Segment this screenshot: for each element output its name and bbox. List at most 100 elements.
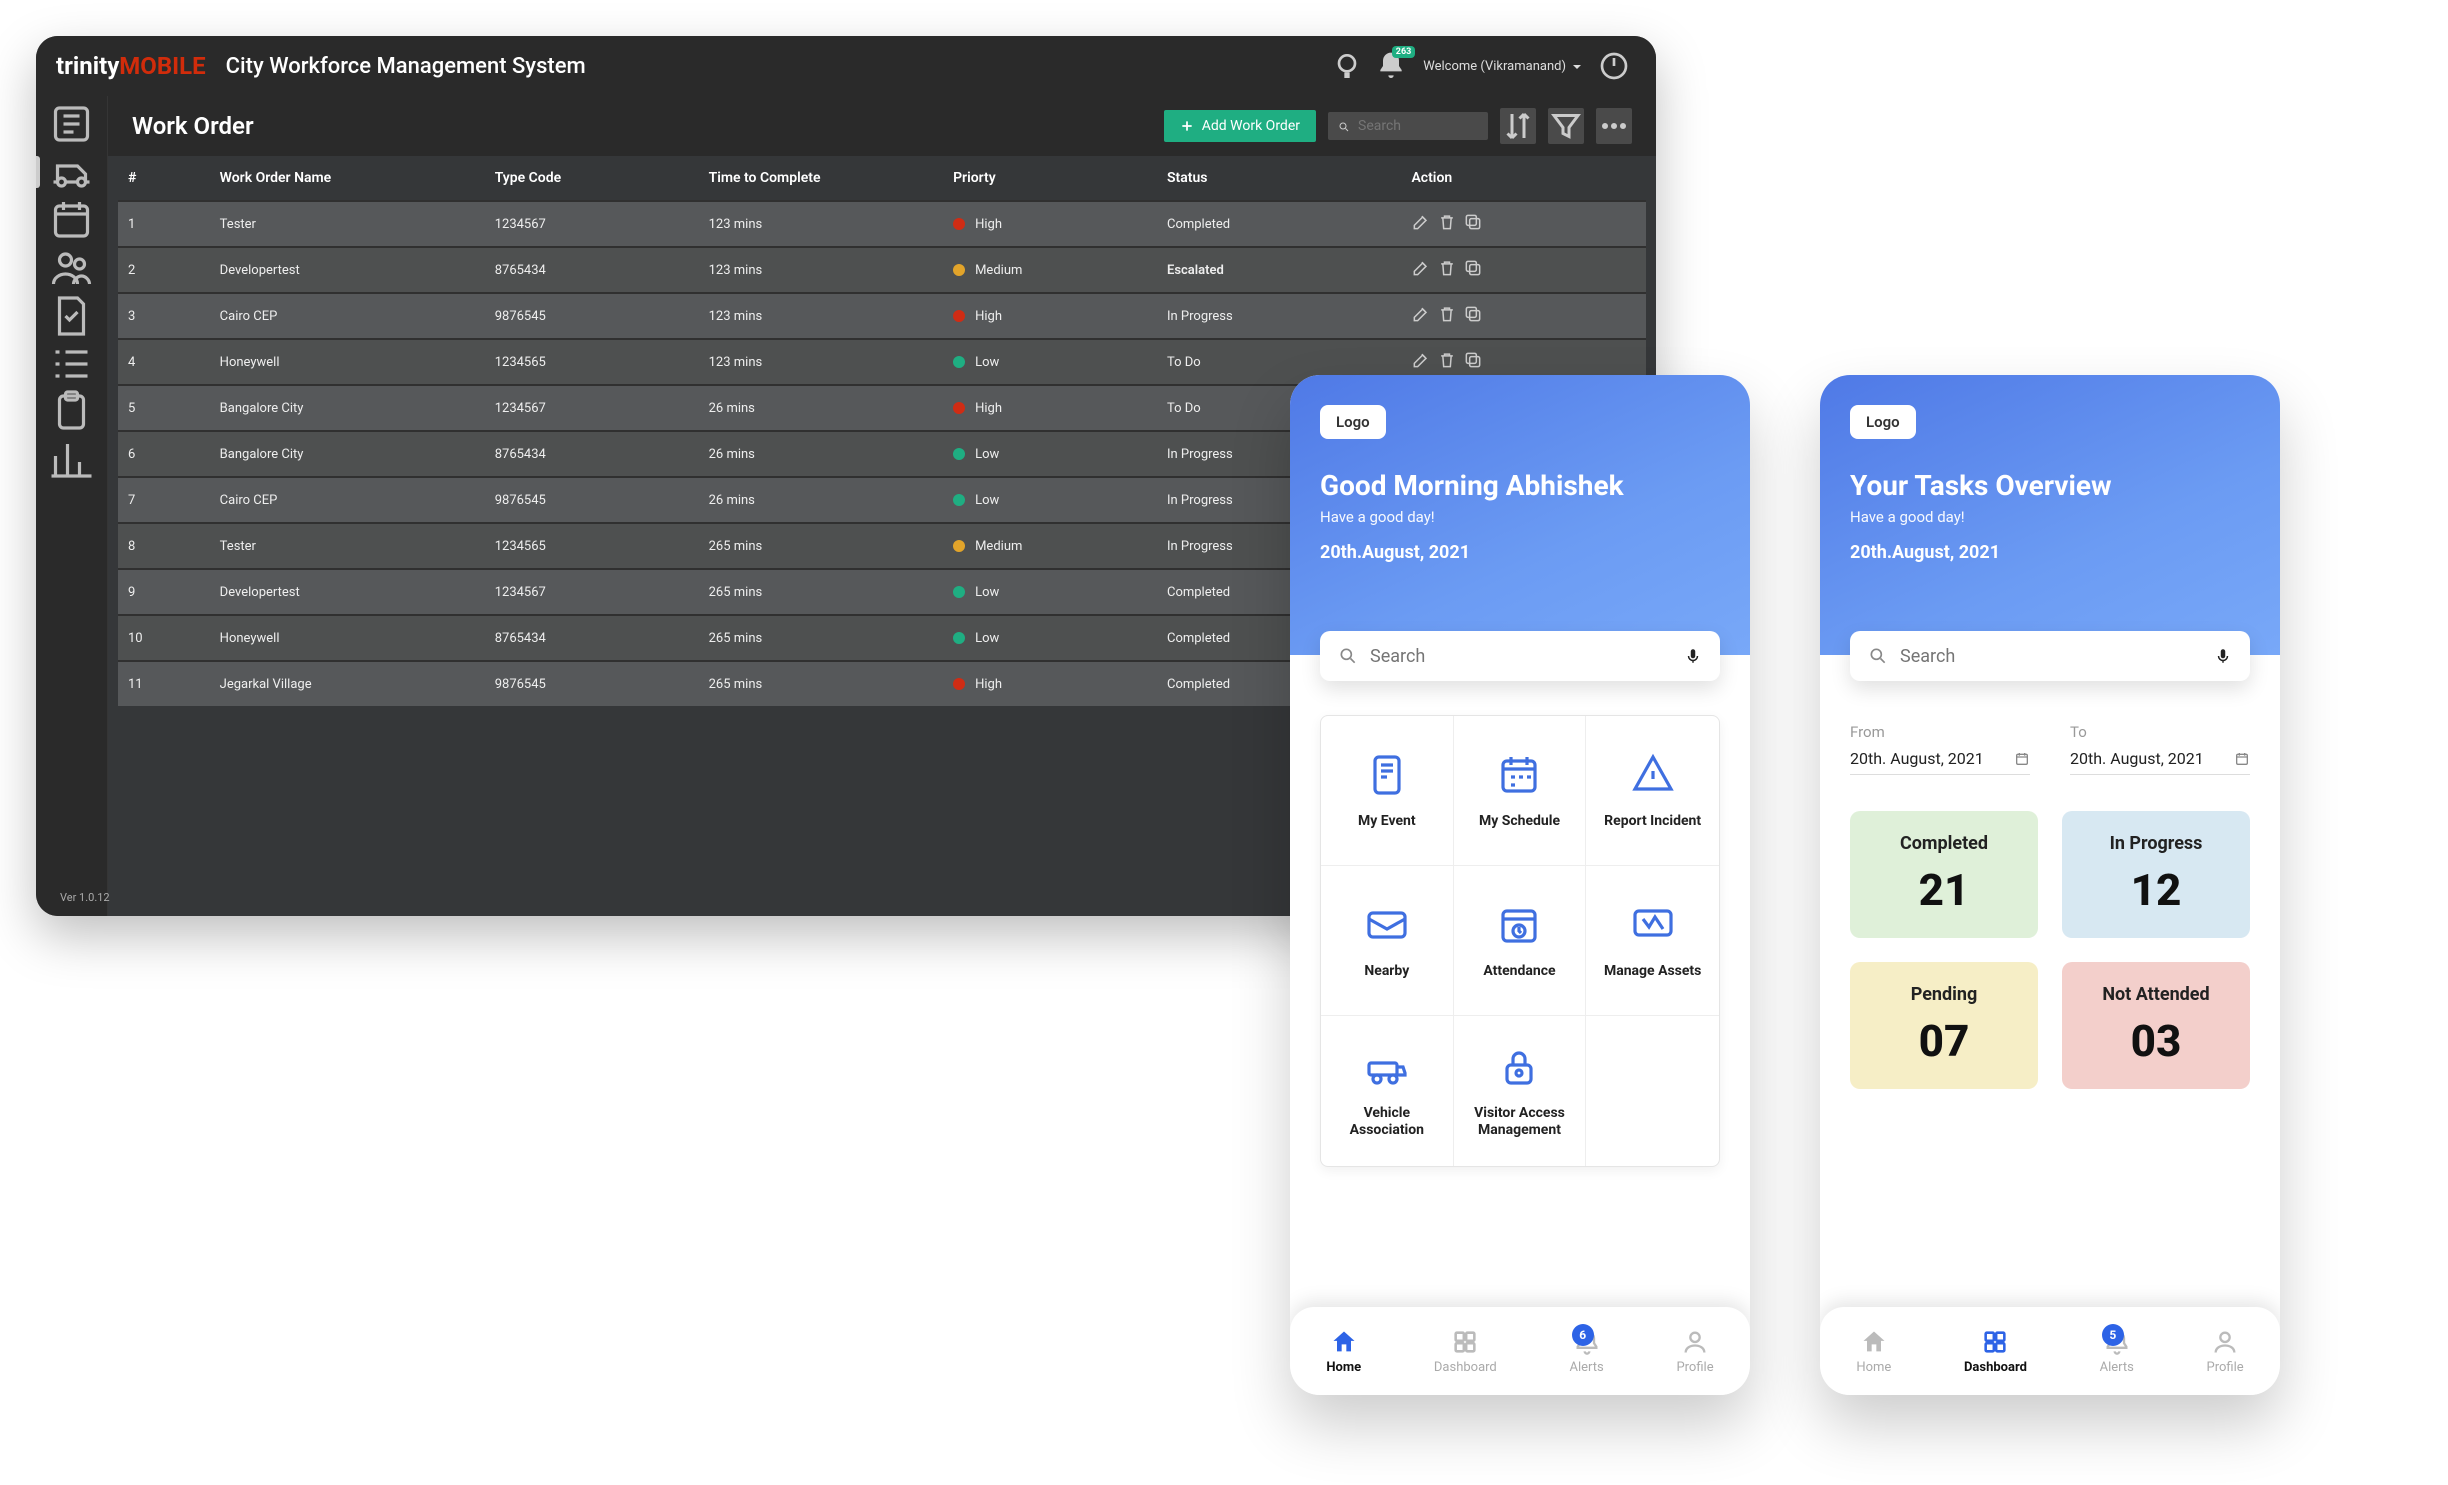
table-row[interactable]: 3Cairo CEP9876545123 minsHighIn Progress	[118, 293, 1646, 339]
sidebar-item-clipboard[interactable]	[36, 388, 107, 436]
edit-icon[interactable]	[1411, 350, 1431, 370]
edit-icon[interactable]	[1411, 304, 1431, 324]
delete-icon[interactable]	[1437, 212, 1457, 232]
table-row[interactable]: 2Developertest8765434123 minsMediumEscal…	[118, 247, 1646, 293]
tab-dashboard[interactable]: Dashboard	[1964, 1328, 2027, 1375]
tile-label: Visitor Access Management	[1464, 1105, 1576, 1139]
col-type: Type Code	[485, 156, 699, 201]
tile-my-event[interactable]: My Event	[1321, 716, 1454, 866]
tile-visitor-access-management[interactable]: Visitor Access Management	[1454, 1016, 1587, 1166]
sidebar-item-list[interactable]	[36, 340, 107, 388]
mobile2-search-input[interactable]	[1900, 646, 2202, 667]
tab-profile[interactable]: Profile	[1676, 1328, 1713, 1375]
more-button[interactable]	[1596, 108, 1632, 144]
cell-priority: Medium	[943, 247, 1157, 293]
tile-manage-assets[interactable]: Manage Assets	[1586, 866, 1719, 1016]
tile-report-incident[interactable]: Report Incident	[1586, 716, 1719, 866]
tab-profile[interactable]: Profile	[2207, 1328, 2244, 1375]
lightbulb-icon[interactable]	[1331, 50, 1363, 82]
sidebar-item-stats[interactable]	[36, 436, 107, 484]
tile-vehicle-association[interactable]: Vehicle Association	[1321, 1016, 1454, 1166]
filter-button[interactable]	[1548, 108, 1584, 144]
welcome-dropdown[interactable]: Welcome (Vikramanand)	[1423, 59, 1582, 74]
search-icon	[1868, 646, 1888, 666]
mobile1-header: Logo Good Morning Abhishek Have a good d…	[1290, 375, 1750, 655]
profile-icon	[2211, 1328, 2239, 1356]
tile-attendance[interactable]: Attendance	[1454, 866, 1587, 1016]
delete-icon[interactable]	[1437, 304, 1457, 324]
edit-icon[interactable]	[1411, 212, 1431, 232]
search-input[interactable]	[1358, 118, 1478, 134]
mobile1-date: 20th.August, 2021	[1320, 542, 1720, 563]
mobile2-search[interactable]	[1850, 631, 2250, 681]
sort-button[interactable]	[1500, 108, 1536, 144]
dashboard-icon	[1451, 1328, 1479, 1356]
mobile1-subtitle: Have a good day!	[1320, 508, 1720, 526]
mobile1-search-input[interactable]	[1370, 646, 1672, 667]
desktop-search[interactable]	[1328, 112, 1488, 140]
alert-count-badge: 5	[2102, 1324, 2124, 1346]
tab-dashboard[interactable]: Dashboard	[1434, 1328, 1497, 1375]
home-icon	[1330, 1328, 1358, 1356]
copy-icon[interactable]	[1463, 350, 1483, 370]
date-range: From 20th. August, 2021 To 20th. August,…	[1850, 723, 2250, 775]
add-work-order-button[interactable]: Add Work Order	[1164, 110, 1316, 142]
cell-num: 2	[118, 247, 210, 293]
tab-alerts[interactable]: Alerts5	[2100, 1328, 2134, 1375]
cell-name: Bangalore City	[210, 385, 485, 431]
sidebar-item-workorders[interactable]	[36, 148, 107, 196]
logo-pill: Logo	[1850, 405, 1916, 439]
delete-icon[interactable]	[1437, 350, 1457, 370]
priority-dot-icon	[953, 448, 965, 460]
col-status: Status	[1157, 156, 1401, 201]
table-row[interactable]: 1Tester1234567123 minsHighCompleted	[118, 201, 1646, 247]
tile-my-schedule[interactable]: My Schedule	[1454, 716, 1587, 866]
copy-icon[interactable]	[1463, 212, 1483, 232]
cell-priority: Low	[943, 431, 1157, 477]
search-icon	[1338, 646, 1358, 666]
edit-icon[interactable]	[1411, 258, 1431, 278]
tile-icon	[1363, 1043, 1411, 1091]
priority-dot-icon	[953, 264, 965, 276]
microphone-icon[interactable]	[2214, 645, 2232, 667]
priority-dot-icon	[953, 356, 965, 368]
main-header: Work Order Add Work Order	[108, 96, 1656, 156]
sidebar-item-reports[interactable]	[36, 100, 107, 148]
tab-home[interactable]: Home	[1326, 1328, 1361, 1375]
tile-nearby[interactable]: Nearby	[1321, 866, 1454, 1016]
tab-alerts[interactable]: Alerts6	[1569, 1328, 1603, 1375]
cell-type: 1234567	[485, 201, 699, 247]
cell-num: 7	[118, 477, 210, 523]
mobile1-search[interactable]	[1320, 631, 1720, 681]
microphone-icon[interactable]	[1684, 645, 1702, 667]
tab-home[interactable]: Home	[1856, 1328, 1891, 1375]
delete-icon[interactable]	[1437, 258, 1457, 278]
power-icon[interactable]	[1598, 50, 1630, 82]
sidebar-item-schedule[interactable]	[36, 196, 107, 244]
stat-notattended[interactable]: Not Attended03	[2062, 962, 2250, 1089]
cell-type: 8765434	[485, 247, 699, 293]
from-date[interactable]: From 20th. August, 2021	[1850, 723, 2030, 775]
to-label: To	[2070, 723, 2250, 741]
sidebar-item-users[interactable]	[36, 244, 107, 292]
tile-icon	[1629, 751, 1677, 799]
mobile2-title: Your Tasks Overview	[1850, 469, 2250, 502]
alert-count-badge: 6	[1572, 1324, 1594, 1346]
cell-actions	[1401, 247, 1646, 293]
copy-icon[interactable]	[1463, 304, 1483, 324]
sidebar-item-forms[interactable]	[36, 292, 107, 340]
search-icon	[1338, 119, 1350, 133]
page-title: Work Order	[132, 112, 254, 140]
bell-icon[interactable]: 263	[1375, 50, 1407, 82]
copy-icon[interactable]	[1463, 258, 1483, 278]
stat-completed[interactable]: Completed21	[1850, 811, 2038, 938]
mobile2-body: From 20th. August, 2021 To 20th. August,…	[1820, 655, 2280, 1395]
mobile2-tabbar: Home Dashboard Alerts5 Profile	[1820, 1307, 2280, 1395]
to-date[interactable]: To 20th. August, 2021	[2070, 723, 2250, 775]
stat-inprogress[interactable]: In Progress12	[2062, 811, 2250, 938]
cell-priority: Low	[943, 615, 1157, 661]
stat-pending[interactable]: Pending07	[1850, 962, 2038, 1089]
tile-empty	[1586, 1016, 1719, 1166]
cell-name: Honeywell	[210, 339, 485, 385]
cell-time: 265 mins	[699, 661, 943, 706]
